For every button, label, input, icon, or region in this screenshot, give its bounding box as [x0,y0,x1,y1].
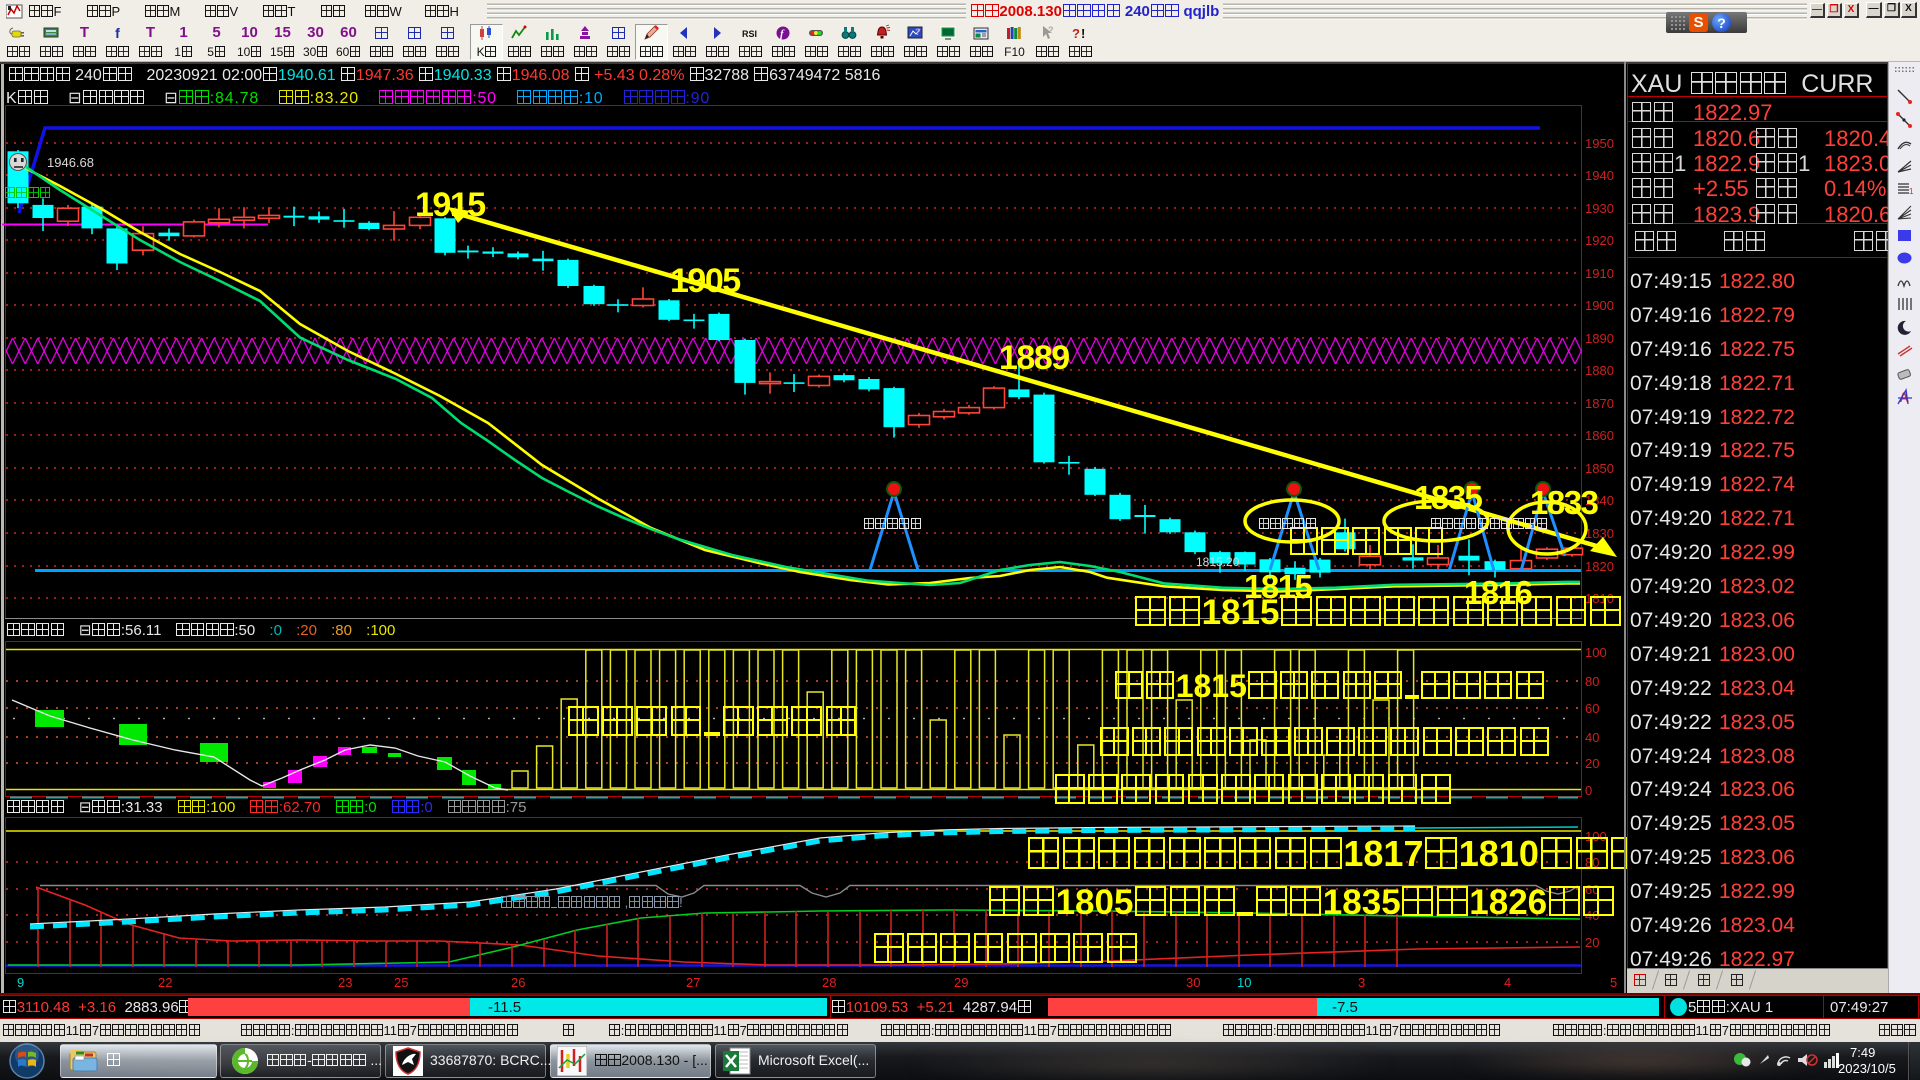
svg-text:1: 1 [1909,187,1914,196]
